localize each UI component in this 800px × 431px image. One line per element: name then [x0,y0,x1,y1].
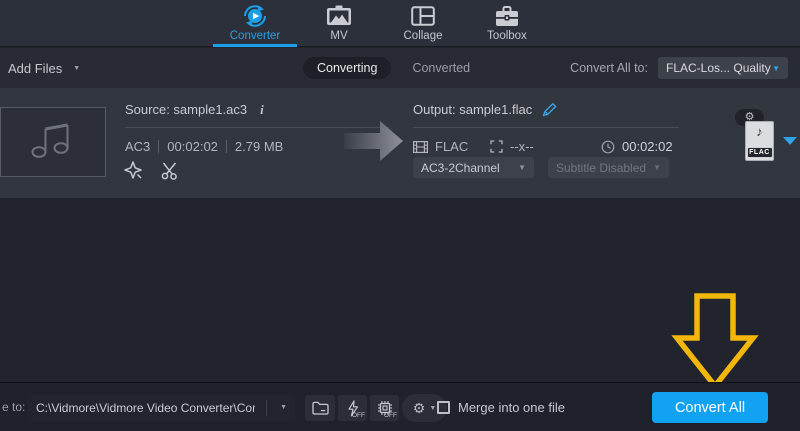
queue-empty-area [0,198,800,382]
source-title: Source: sample1.ac3 i [125,102,264,118]
gpu-off-label: OFF [384,412,397,419]
output-resolution-meta: --x-- [490,139,534,154]
open-folder-button[interactable] [305,395,335,421]
output-duration-text: 00:02:02 [622,139,673,154]
merge-option: Merge into one file [437,383,565,431]
chevron-down-icon: ▼ [653,163,661,172]
tab-mv-label: MV [330,30,347,42]
meta-separator [226,140,227,153]
folder-icon [312,401,329,415]
music-note-icon: ♪ [746,124,773,139]
output-title: Output: sample1.flac [413,102,558,117]
cut-scissors-button[interactable] [160,160,180,180]
rename-pencil-icon[interactable] [542,102,558,117]
audio-channel-dropdown[interactable]: AC3-2Channel ▼ [413,157,534,178]
output-format-text: FLAC [435,139,468,154]
output-path-field: ▼ [28,395,295,421]
output-format-dropdown[interactable]: FLAC-Los... Quality ▼ [658,57,788,79]
film-icon [413,141,428,153]
queue-toolbar: Add Files ▼ Converting Converted Convert… [0,48,800,88]
conversion-arrow-icon [344,120,404,167]
format-quick-dropdown-caret[interactable] [783,137,797,145]
chevron-down-icon: ▼ [518,163,526,172]
tutorial-down-arrow [671,291,759,396]
convert-all-to-group: Convert All to: FLAC-Los... Quality ▼ [570,48,788,88]
convert-all-button[interactable]: Convert All [652,392,768,423]
output-path-input[interactable] [28,395,263,421]
tab-toolbox-label: Toolbox [487,30,527,42]
source-filename: Source: sample1.ac3 [125,102,247,117]
source-duration: 00:02:02 [167,139,218,154]
save-to-label: e to: [2,400,25,414]
convert-all-to-label: Convert All to: [570,61,648,75]
chevron-down-icon: ▼ [429,405,436,412]
output-resolution-text: --x-- [510,139,534,154]
merge-checkbox[interactable] [437,401,450,414]
mv-icon [326,4,352,28]
output-format-meta: FLAC [413,139,468,154]
merge-label: Merge into one file [458,400,565,415]
output-filename: Output: sample1.flac [413,102,532,117]
subtitle-dropdown[interactable]: Subtitle Disabled ▼ [548,157,669,178]
add-files-label: Add Files [8,61,62,76]
audio-thumbnail [0,107,106,177]
toolbox-icon [495,4,519,28]
output-duration-meta: 00:02:02 [601,139,673,154]
collage-icon [411,4,435,28]
add-files-button[interactable]: Add Files ▼ [8,48,80,88]
tab-toolbox[interactable]: Toolbox [465,0,549,47]
converter-icon [242,4,268,28]
top-feature-bar: Converter MV [0,0,800,47]
source-size: 2.79 MB [235,139,283,154]
resize-icon [490,140,503,153]
tab-converted[interactable]: Converted [412,61,470,75]
format-badge-label: FLAC [747,147,773,158]
gpu-accel-button[interactable]: OFF [370,395,399,421]
effect-edit-button[interactable] [123,160,143,180]
tab-converting[interactable]: Converting [303,57,391,79]
output-format-badge[interactable]: ♪ FLAC [745,121,774,161]
queue-state-tabs: Converting Converted [303,48,470,88]
tab-collage-label: Collage [404,30,443,42]
file-row: Source: sample1.ac3 i AC3 00:02:02 2.79 … [0,88,800,198]
bottom-action-bar: e to: ▼ OFF [0,382,800,431]
audio-channel-value: AC3-2Channel [421,161,500,175]
music-note-icon [29,121,77,164]
tab-mv[interactable]: MV [297,0,381,47]
hardware-accel-off-label: OFF [352,412,365,419]
source-tools [123,160,180,180]
tab-converter[interactable]: Converter [213,0,297,47]
hardware-accel-button[interactable]: OFF [338,395,367,421]
tab-converter-label: Converter [230,30,281,42]
output-divider [413,127,679,128]
subtitle-value: Subtitle Disabled [556,161,646,175]
chevron-down-icon[interactable]: ▼ [280,404,287,411]
output-format-value: FLAC-Los... Quality [666,61,771,75]
source-format: AC3 [125,139,150,154]
tab-collage[interactable]: Collage [381,0,465,47]
source-meta: AC3 00:02:02 2.79 MB [125,139,283,154]
feature-tabs: Converter MV [213,0,549,47]
chevron-down-icon: ▼ [73,65,80,72]
meta-separator [158,140,159,153]
vidmore-converter-window: Converter MV [0,0,800,431]
clock-icon [601,140,615,154]
gear-icon: ⚙ [413,401,426,415]
chevron-down-icon: ▼ [772,64,780,73]
info-icon[interactable]: i [260,102,264,118]
path-field-divider [266,400,267,416]
